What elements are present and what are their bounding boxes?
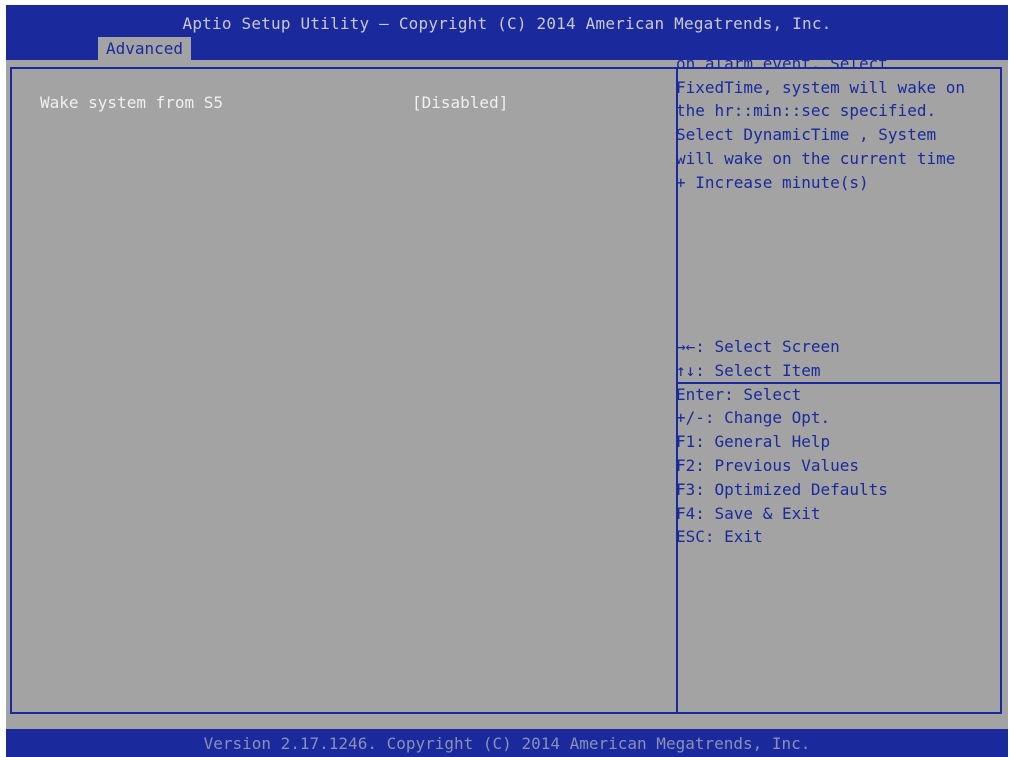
setting-label: Wake system from S5 — [40, 93, 224, 112]
key-hint-select-screen: →←: Select Screen — [676, 337, 840, 356]
help-line: + Increase minute(s) — [676, 172, 869, 192]
key-hint-change-opt: +/-: Change Opt. — [676, 408, 831, 428]
setting-wake-system-from-s5[interactable]: Wake system from S5 [Disabled] — [36, 92, 656, 114]
help-line: will wake on the current time — [676, 148, 956, 168]
key-hint-esc-exit: ESC: Exit — [676, 527, 763, 547]
help-line: the hr::min::sec specified. — [676, 101, 937, 121]
help-panel: Enable or disable System wake on alarm e… — [676, 28, 988, 195]
help-line: FixedTime, system will wake on — [676, 77, 965, 97]
key-hint-select-item: ↑↓: Select Item — [676, 360, 821, 380]
key-hint-previous-values: F2: Previous Values — [676, 455, 860, 475]
tab-advanced[interactable]: Advanced — [98, 37, 192, 60]
key-hint-save-exit: F4: Save & Exit — [676, 503, 821, 523]
key-hint-enter: Enter: Select — [676, 384, 802, 404]
help-line: on alarm event. Select — [676, 53, 888, 73]
version-text: Version 2.17.1246. Copyright (C) 2014 Am… — [203, 734, 811, 753]
key-legend: →←: Select Screen ↑↓: Select Item Enter:… — [676, 335, 988, 549]
key-hint-general-help: F1: General Help — [676, 432, 831, 452]
help-line: Enable or disable System wake — [676, 30, 956, 49]
footer-bar: Version 2.17.1246. Copyright (C) 2014 Am… — [6, 729, 1008, 757]
help-line: Select DynamicTime , System — [676, 125, 937, 145]
key-hint-optimized-defaults: F3: Optimized Defaults — [676, 479, 888, 499]
setting-value[interactable]: [Disabled] — [412, 92, 508, 114]
bios-screen: Aptio Setup Utility – Copyright (C) 2014… — [6, 5, 1008, 757]
